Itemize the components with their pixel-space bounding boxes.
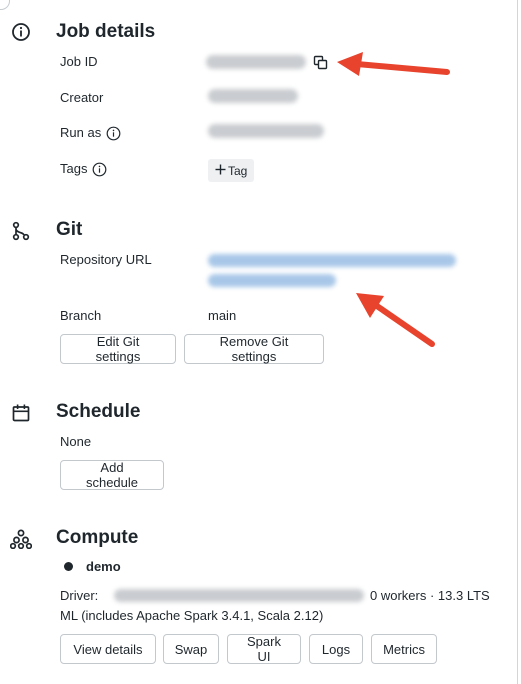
tags-label: Tags [60, 160, 107, 178]
run-as-label: Run as [60, 124, 121, 142]
view-details-button[interactable]: View details [60, 634, 156, 664]
schedule-value: None [60, 434, 92, 449]
swap-button[interactable]: Swap [163, 634, 219, 664]
repository-url-redacted[interactable] [208, 254, 456, 267]
remove-git-settings-button[interactable]: Remove Git settings [184, 334, 324, 364]
schedule-title: Schedule [56, 401, 141, 422]
runtime-version-text: ML (includes Apache Spark 3.4.1, Scala 2… [60, 608, 324, 623]
driver-details-redacted [114, 589, 364, 602]
run-as-info-icon[interactable] [106, 126, 121, 141]
git-title: Git [56, 219, 83, 240]
branch-label: Branch [60, 308, 102, 323]
creator-value-redacted [208, 89, 298, 103]
tags-info-icon[interactable] [92, 162, 107, 177]
cluster-status-dot [64, 562, 73, 571]
cluster-name[interactable]: demo [86, 558, 121, 576]
add-tag-button[interactable]: Tag [208, 159, 255, 182]
annotation-arrow-repository-url [356, 293, 435, 347]
metrics-button[interactable]: Metrics [371, 634, 437, 664]
job-details-title: Job details [56, 21, 156, 42]
panel-edge-divider [517, 0, 518, 684]
spark-ui-button[interactable]: Spark UI [227, 634, 301, 664]
logs-button[interactable]: Logs [309, 634, 363, 664]
workers-runtime-text: 0 workers · 13.3 LTS [370, 588, 490, 603]
repository-url-redacted-line2[interactable] [208, 274, 336, 287]
calendar-icon [10, 402, 32, 424]
branch-value: main [208, 308, 237, 323]
plus-icon [215, 164, 226, 178]
info-circle-icon [10, 21, 32, 43]
git-branch-icon [10, 220, 32, 242]
compute-title: Compute [56, 527, 139, 548]
collapse-handle-icon[interactable] [0, 0, 10, 10]
job-settings-panel: Job details Job ID Creator Run as Tags T… [0, 0, 521, 684]
compute-cluster-icon [10, 528, 32, 550]
job-id-value-redacted [206, 55, 306, 69]
run-as-value-redacted [208, 124, 324, 138]
add-tag-label: Tag [228, 163, 248, 178]
edit-git-settings-button[interactable]: Edit Git settings [60, 334, 176, 364]
repository-url-label: Repository URL [60, 252, 152, 267]
job-id-label: Job ID [60, 54, 98, 69]
annotation-arrow-job-id [337, 52, 450, 76]
creator-label: Creator [60, 90, 104, 105]
copy-icon[interactable] [313, 55, 328, 75]
add-schedule-button[interactable]: Add schedule [60, 460, 164, 490]
driver-label: Driver: [60, 588, 99, 603]
